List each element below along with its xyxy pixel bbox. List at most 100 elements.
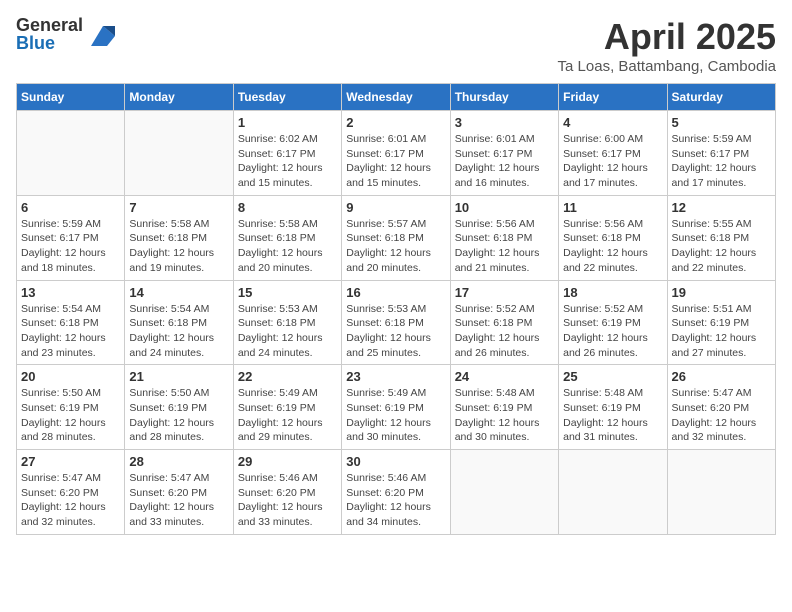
day-info: Sunrise: 5:49 AM Sunset: 6:19 PM Dayligh…: [346, 386, 445, 445]
calendar-cell: 6 Sunrise: 5:59 AM Sunset: 6:17 PM Daylig…: [17, 195, 125, 280]
day-number: 22: [238, 369, 337, 384]
day-info: Sunrise: 6:02 AM Sunset: 6:17 PM Dayligh…: [238, 132, 337, 191]
title-area: April 2025 Ta Loas, Battambang, Cambodia: [558, 16, 776, 75]
calendar-cell: 4Sunrise: 6:00 AM Sunset: 6:17 PM Daylig…: [559, 111, 667, 196]
day-info: Sunrise: 5:53 AM Sunset: 6:18 PM Dayligh…: [238, 302, 337, 361]
day-info: Sunrise: 6:01 AM Sunset: 6:17 PM Dayligh…: [346, 132, 445, 191]
calendar-cell: 7 Sunrise: 5:58 AM Sunset: 6:18 PM Daylig…: [125, 195, 233, 280]
day-number: 15: [238, 285, 337, 300]
day-info: Sunrise: 5:54 AM Sunset: 6:18 PM Dayligh…: [129, 302, 228, 361]
day-info: Sunrise: 5:47 AM Sunset: 6:20 PM Dayligh…: [21, 471, 120, 530]
day-number: 27: [21, 454, 120, 469]
day-info: Sunrise: 5:55 AM Sunset: 6:18 PM Dayligh…: [672, 217, 771, 276]
calendar-cell: 25 Sunrise: 5:48 AM Sunset: 6:19 PM Dayli…: [559, 365, 667, 450]
calendar-week-3: 13 Sunrise: 5:54 AM Sunset: 6:18 PM Dayli…: [17, 280, 776, 365]
calendar-week-4: 20Sunrise: 5:50 AM Sunset: 6:19 PM Dayli…: [17, 365, 776, 450]
weekday-header-sunday: Sunday: [17, 84, 125, 111]
day-number: 1: [238, 115, 337, 130]
calendar-cell: 28Sunrise: 5:47 AM Sunset: 6:20 PM Dayli…: [125, 450, 233, 535]
weekday-header-saturday: Saturday: [667, 84, 775, 111]
calendar-cell: 3 Sunrise: 6:01 AM Sunset: 6:17 PM Daylig…: [450, 111, 558, 196]
calendar-cell: 15 Sunrise: 5:53 AM Sunset: 6:18 PM Dayli…: [233, 280, 341, 365]
calendar-cell: [559, 450, 667, 535]
calendar-cell: 2 Sunrise: 6:01 AM Sunset: 6:17 PM Daylig…: [342, 111, 450, 196]
logo-icon: [87, 18, 119, 50]
day-number: 26: [672, 369, 771, 384]
day-info: Sunrise: 5:52 AM Sunset: 6:18 PM Dayligh…: [455, 302, 554, 361]
calendar-week-1: 1 Sunrise: 6:02 AM Sunset: 6:17 PM Daylig…: [17, 111, 776, 196]
calendar-cell: 16 Sunrise: 5:53 AM Sunset: 6:18 PM Dayli…: [342, 280, 450, 365]
weekday-header-wednesday: Wednesday: [342, 84, 450, 111]
day-number: 11: [563, 200, 662, 215]
calendar-cell: 30Sunrise: 5:46 AM Sunset: 6:20 PM Dayli…: [342, 450, 450, 535]
day-number: 18: [563, 285, 662, 300]
day-info: Sunrise: 5:47 AM Sunset: 6:20 PM Dayligh…: [129, 471, 228, 530]
weekday-header-row: SundayMondayTuesdayWednesdayThursdayFrid…: [17, 84, 776, 111]
day-number: 2: [346, 115, 445, 130]
calendar-cell: 10 Sunrise: 5:56 AM Sunset: 6:18 PM Dayli…: [450, 195, 558, 280]
day-info: Sunrise: 5:50 AM Sunset: 6:19 PM Dayligh…: [129, 386, 228, 445]
calendar-cell: 22 Sunrise: 5:49 AM Sunset: 6:19 PM Dayli…: [233, 365, 341, 450]
calendar-cell: 1 Sunrise: 6:02 AM Sunset: 6:17 PM Daylig…: [233, 111, 341, 196]
calendar-week-2: 6 Sunrise: 5:59 AM Sunset: 6:17 PM Daylig…: [17, 195, 776, 280]
weekday-header-friday: Friday: [559, 84, 667, 111]
logo-general: General: [16, 16, 83, 34]
day-number: 6: [21, 200, 120, 215]
location-title: Ta Loas, Battambang, Cambodia: [558, 58, 776, 75]
calendar-cell: 18 Sunrise: 5:52 AM Sunset: 6:19 PM Dayli…: [559, 280, 667, 365]
day-info: Sunrise: 5:46 AM Sunset: 6:20 PM Dayligh…: [238, 471, 337, 530]
day-number: 19: [672, 285, 771, 300]
day-number: 16: [346, 285, 445, 300]
day-number: 4: [563, 115, 662, 130]
calendar-cell: 24 Sunrise: 5:48 AM Sunset: 6:19 PM Dayli…: [450, 365, 558, 450]
calendar-cell: 27 Sunrise: 5:47 AM Sunset: 6:20 PM Dayli…: [17, 450, 125, 535]
day-info: Sunrise: 5:48 AM Sunset: 6:19 PM Dayligh…: [563, 386, 662, 445]
day-number: 5: [672, 115, 771, 130]
calendar-cell: [17, 111, 125, 196]
day-info: Sunrise: 5:56 AM Sunset: 6:18 PM Dayligh…: [455, 217, 554, 276]
day-info: Sunrise: 5:51 AM Sunset: 6:19 PM Dayligh…: [672, 302, 771, 361]
day-info: Sunrise: 5:52 AM Sunset: 6:19 PM Dayligh…: [563, 302, 662, 361]
calendar-week-5: 27 Sunrise: 5:47 AM Sunset: 6:20 PM Dayli…: [17, 450, 776, 535]
day-info: Sunrise: 5:53 AM Sunset: 6:18 PM Dayligh…: [346, 302, 445, 361]
calendar-table: SundayMondayTuesdayWednesdayThursdayFrid…: [16, 83, 776, 535]
day-number: 8: [238, 200, 337, 215]
day-number: 3: [455, 115, 554, 130]
day-info: Sunrise: 5:48 AM Sunset: 6:19 PM Dayligh…: [455, 386, 554, 445]
calendar-cell: 20Sunrise: 5:50 AM Sunset: 6:19 PM Dayli…: [17, 365, 125, 450]
calendar-cell: [667, 450, 775, 535]
day-number: 29: [238, 454, 337, 469]
day-info: Sunrise: 6:01 AM Sunset: 6:17 PM Dayligh…: [455, 132, 554, 191]
day-info: Sunrise: 5:56 AM Sunset: 6:18 PM Dayligh…: [563, 217, 662, 276]
calendar-cell: 21Sunrise: 5:50 AM Sunset: 6:19 PM Dayli…: [125, 365, 233, 450]
day-number: 13: [21, 285, 120, 300]
logo-blue: Blue: [16, 34, 83, 52]
calendar-cell: 14Sunrise: 5:54 AM Sunset: 6:18 PM Dayli…: [125, 280, 233, 365]
day-number: 12: [672, 200, 771, 215]
calendar-cell: 12 Sunrise: 5:55 AM Sunset: 6:18 PM Dayli…: [667, 195, 775, 280]
day-number: 24: [455, 369, 554, 384]
day-info: Sunrise: 5:58 AM Sunset: 6:18 PM Dayligh…: [238, 217, 337, 276]
day-number: 9: [346, 200, 445, 215]
day-info: Sunrise: 5:58 AM Sunset: 6:18 PM Dayligh…: [129, 217, 228, 276]
calendar-cell: 26Sunrise: 5:47 AM Sunset: 6:20 PM Dayli…: [667, 365, 775, 450]
day-info: Sunrise: 5:50 AM Sunset: 6:19 PM Dayligh…: [21, 386, 120, 445]
calendar-cell: 29 Sunrise: 5:46 AM Sunset: 6:20 PM Dayli…: [233, 450, 341, 535]
calendar-cell: 8 Sunrise: 5:58 AM Sunset: 6:18 PM Daylig…: [233, 195, 341, 280]
day-number: 10: [455, 200, 554, 215]
logo: General Blue: [16, 16, 119, 52]
day-info: Sunrise: 5:59 AM Sunset: 6:17 PM Dayligh…: [672, 132, 771, 191]
day-number: 7: [129, 200, 228, 215]
day-number: 30: [346, 454, 445, 469]
calendar-cell: 23Sunrise: 5:49 AM Sunset: 6:19 PM Dayli…: [342, 365, 450, 450]
day-info: Sunrise: 5:49 AM Sunset: 6:19 PM Dayligh…: [238, 386, 337, 445]
day-info: Sunrise: 5:57 AM Sunset: 6:18 PM Dayligh…: [346, 217, 445, 276]
day-info: Sunrise: 5:59 AM Sunset: 6:17 PM Dayligh…: [21, 217, 120, 276]
calendar-cell: 17 Sunrise: 5:52 AM Sunset: 6:18 PM Dayli…: [450, 280, 558, 365]
day-number: 17: [455, 285, 554, 300]
calendar-cell: 5 Sunrise: 5:59 AM Sunset: 6:17 PM Daylig…: [667, 111, 775, 196]
weekday-header-thursday: Thursday: [450, 84, 558, 111]
calendar-cell: 19 Sunrise: 5:51 AM Sunset: 6:19 PM Dayli…: [667, 280, 775, 365]
day-number: 25: [563, 369, 662, 384]
month-title: April 2025: [558, 16, 776, 58]
